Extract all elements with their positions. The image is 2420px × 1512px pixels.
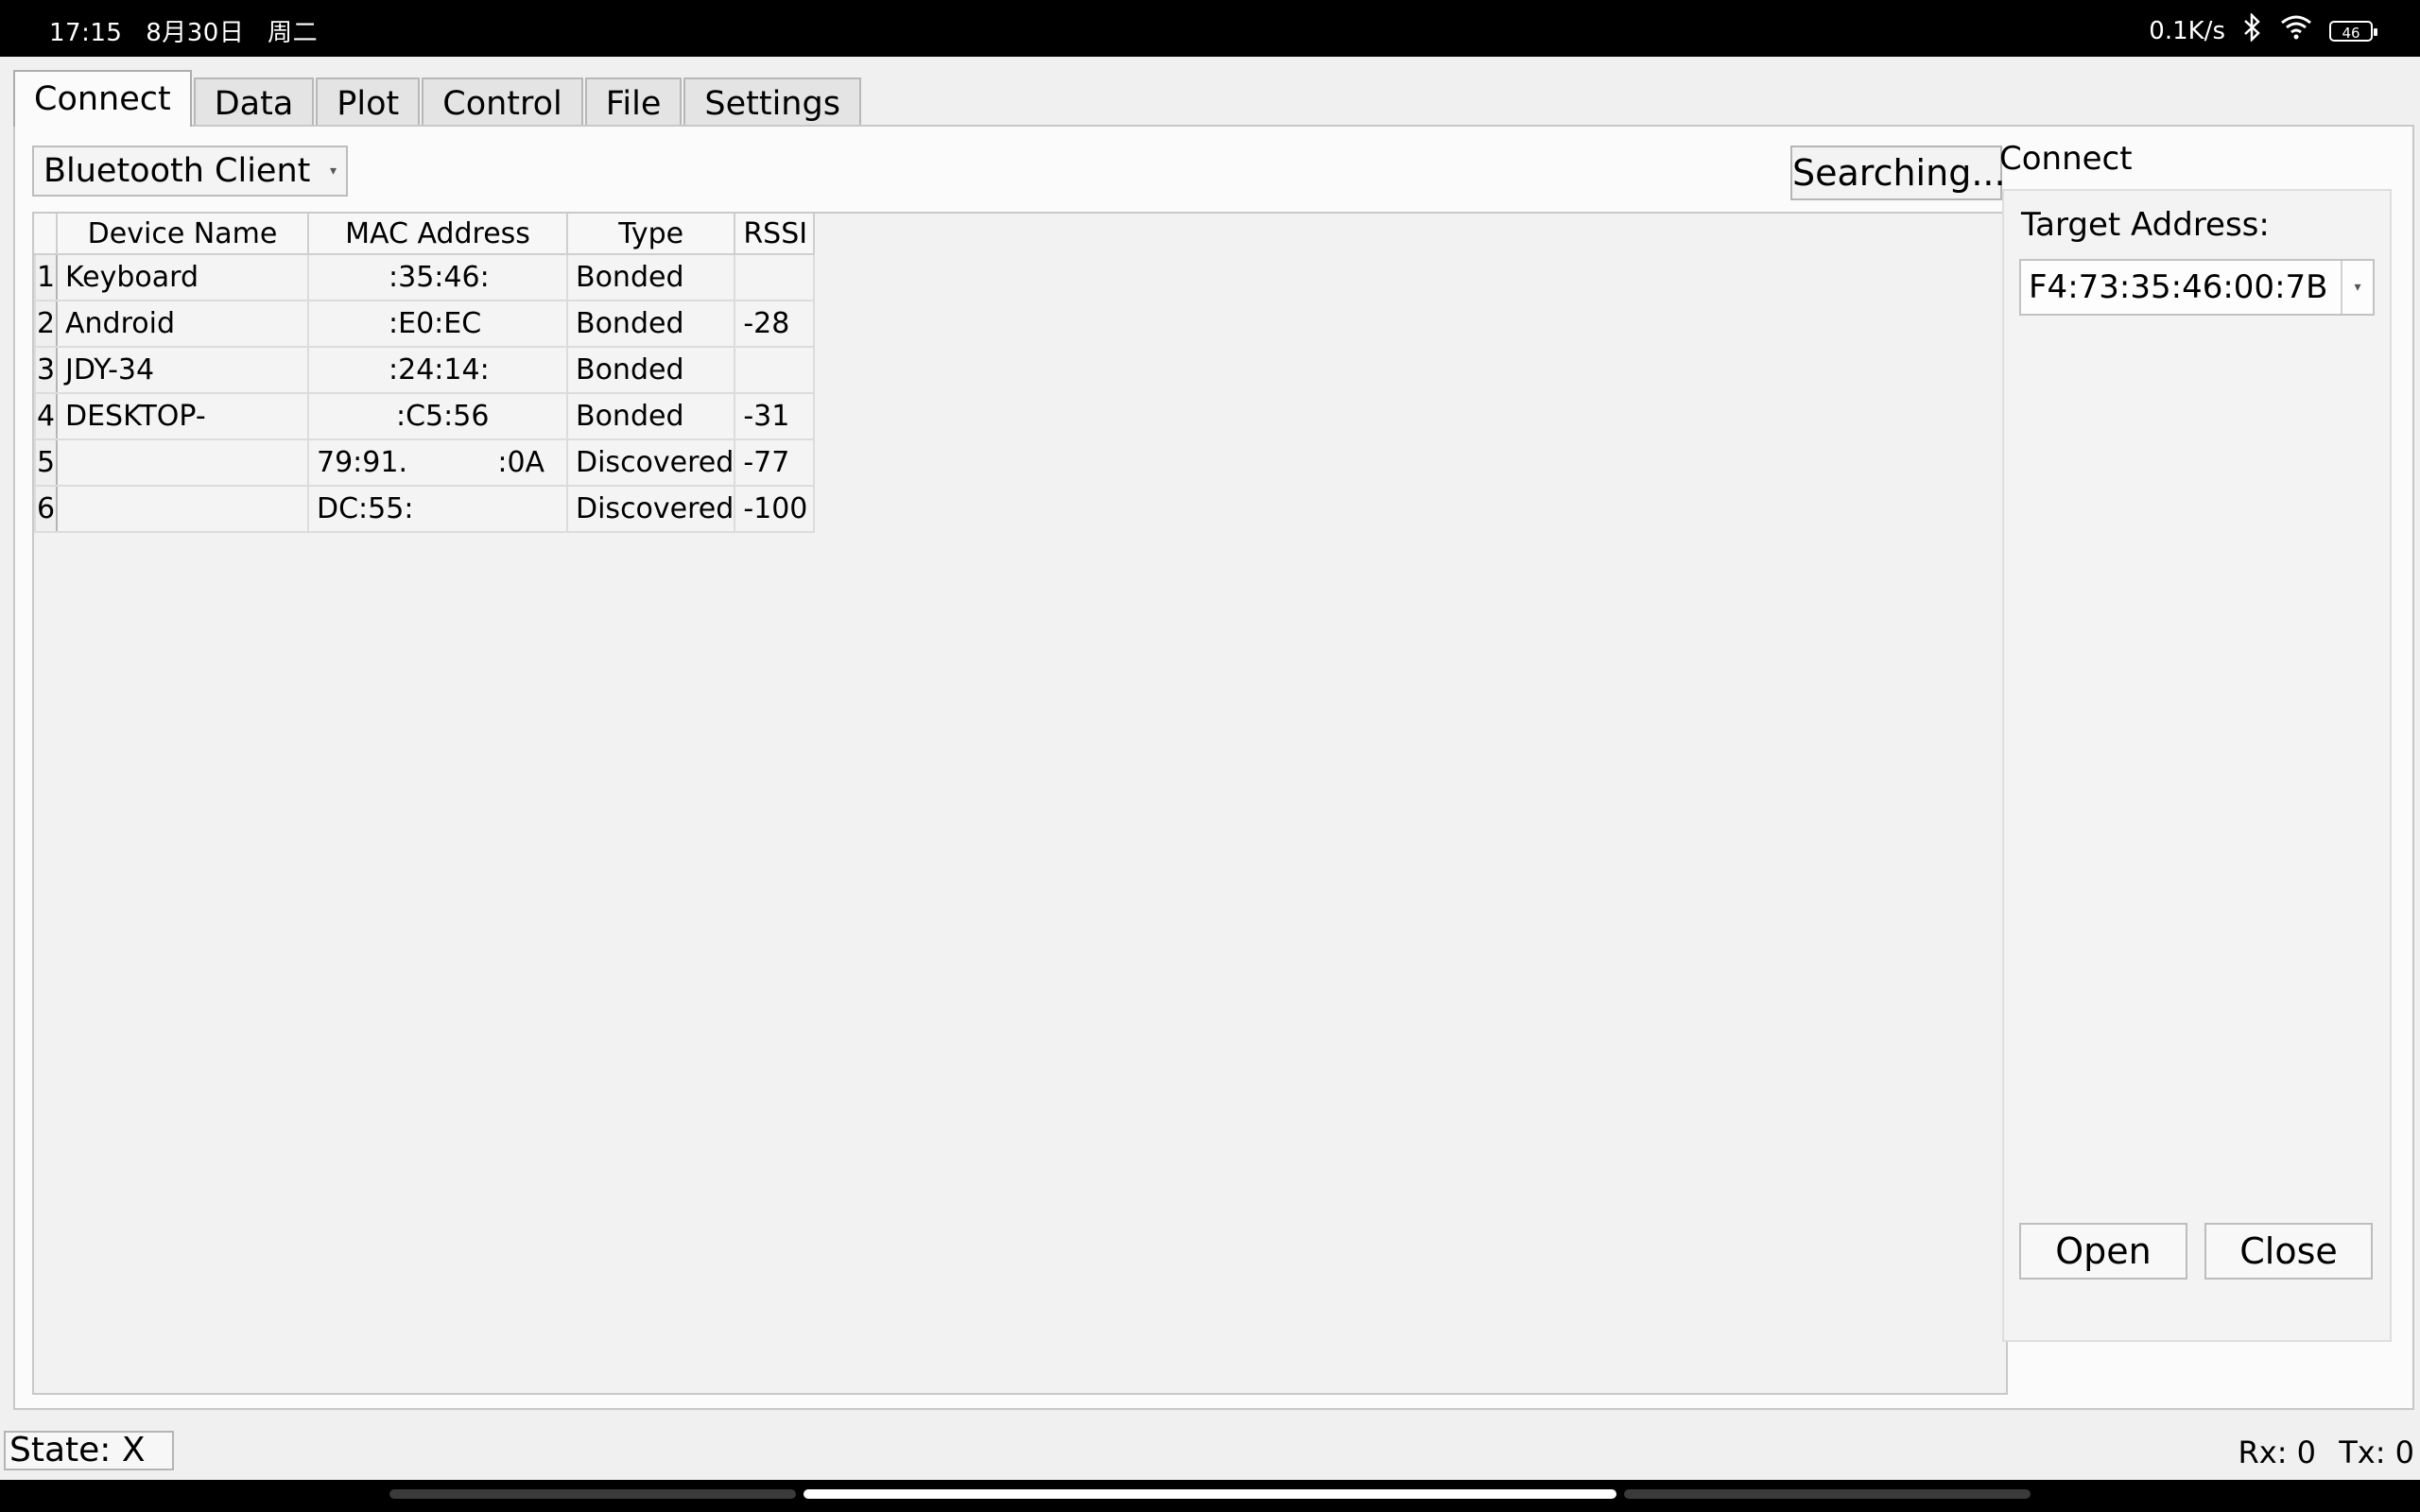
- mac-address-cell: DC:55:: [307, 485, 568, 533]
- device-name-cell: [56, 438, 309, 487]
- device-name-cell: Keyboard: [56, 253, 309, 301]
- dropdown-arrow-icon[interactable]: ▾: [2341, 261, 2373, 314]
- status-left: 17:15 8月30日 周二: [49, 13, 333, 48]
- battery-level: 46: [2342, 24, 2360, 42]
- connection-mode-value: Bluetooth Client: [43, 152, 311, 190]
- type-cell: Bonded: [565, 346, 736, 394]
- weekday: 周二: [268, 19, 319, 47]
- table-row[interactable]: 2 Android :E0:EC Bonded -28: [34, 300, 816, 348]
- type-cell: Discovered: [565, 485, 736, 533]
- nav-handle-left: [389, 1489, 796, 1499]
- status-right: 0.1K/s 46: [2149, 11, 2377, 48]
- type-cell: Bonded: [565, 392, 736, 440]
- net-speed: 0.1K/s: [2149, 16, 2225, 45]
- tx-counter: Tx: 0: [2339, 1435, 2414, 1470]
- connection-mode-select[interactable]: Bluetooth Client ▾: [32, 146, 348, 197]
- wifi-icon: [2280, 15, 2312, 46]
- app-window: Connect Data Plot Control File Settings …: [13, 70, 2418, 1412]
- system-navigation-bar: [0, 1480, 2420, 1512]
- row-index: 6: [34, 485, 58, 533]
- nav-handle-right: [1624, 1489, 2031, 1499]
- device-name-cell: [56, 485, 309, 533]
- connect-tab-panel: Bluetooth Client ▾ Searching... Device N…: [13, 125, 2414, 1410]
- row-index: 1: [34, 253, 58, 301]
- column-header-rssi[interactable]: RSSI: [734, 214, 816, 255]
- table-row[interactable]: 4 DESKTOP- :C5:56 Bonded -31: [34, 392, 816, 440]
- column-header-device-name[interactable]: Device Name: [56, 214, 309, 255]
- column-header-mac-address[interactable]: MAC Address: [307, 214, 568, 255]
- row-index: 5: [34, 438, 58, 487]
- target-address-select[interactable]: F4:73:35:46:00:7B ▾: [2019, 259, 2375, 316]
- tab-plot[interactable]: Plot: [316, 77, 421, 127]
- mac-address-cell: 79:91. :0A: [307, 438, 568, 487]
- mac-address-cell: :C5:56: [307, 392, 568, 440]
- rx-tx-counters: Rx: 0 Tx: 0: [2225, 1435, 2414, 1470]
- tab-bar: Connect Data Plot Control File Settings: [13, 70, 863, 127]
- open-button[interactable]: Open: [2019, 1223, 2187, 1280]
- table-row[interactable]: 1 Keyboard :35:46: Bonded: [34, 253, 816, 301]
- rssi-cell: -77: [734, 438, 816, 487]
- rssi-cell: -100: [734, 485, 816, 533]
- column-header-type[interactable]: Type: [565, 214, 736, 255]
- type-cell: Bonded: [565, 300, 736, 348]
- system-status-bar: 17:15 8月30日 周二 0.1K/s 46: [0, 0, 2420, 57]
- table-corner: [35, 214, 58, 255]
- tab-file[interactable]: File: [584, 77, 683, 127]
- type-cell: Bonded: [565, 253, 736, 301]
- rssi-cell: [734, 346, 816, 394]
- rssi-cell: -31: [734, 392, 816, 440]
- rx-counter: Rx: 0: [2238, 1435, 2317, 1470]
- connect-group-title: Connect: [1999, 140, 2133, 178]
- tab-connect[interactable]: Connect: [13, 70, 192, 127]
- clock: 17:15: [49, 19, 123, 47]
- table-row[interactable]: 6 DC:55: Discovered -100: [34, 485, 816, 533]
- home-gesture-handle[interactable]: [804, 1489, 1616, 1499]
- target-address-value: F4:73:35:46:00:7B: [2029, 268, 2328, 306]
- device-table: Device Name MAC Address Type RSSI 1 Keyb…: [34, 214, 816, 533]
- tab-data[interactable]: Data: [193, 77, 315, 127]
- close-button[interactable]: Close: [2204, 1223, 2373, 1280]
- target-address-label: Target Address:: [2021, 206, 2270, 244]
- device-name-cell: JDY-34: [56, 346, 309, 394]
- rssi-cell: -28: [734, 300, 816, 348]
- device-name-cell: DESKTOP-: [56, 392, 309, 440]
- mac-address-cell: :24:14:: [307, 346, 568, 394]
- rssi-cell: [734, 253, 816, 301]
- connection-state: State: X: [4, 1431, 174, 1470]
- table-header-row: Device Name MAC Address Type RSSI: [35, 214, 816, 255]
- battery-icon: 46: [2329, 20, 2377, 42]
- dropdown-arrow-icon: ▾: [329, 163, 337, 179]
- row-index: 2: [34, 300, 58, 348]
- search-button[interactable]: Searching...: [1790, 146, 2006, 200]
- device-name-cell: Android: [56, 300, 309, 348]
- mac-address-cell: :E0:EC: [307, 300, 568, 348]
- date: 8月30日: [146, 19, 245, 47]
- device-table-frame: Device Name MAC Address Type RSSI 1 Keyb…: [32, 212, 2008, 1395]
- tab-control[interactable]: Control: [422, 77, 583, 127]
- connect-group-box: Target Address: F4:73:35:46:00:7B ▾ Open…: [2002, 189, 2392, 1342]
- row-index: 4: [34, 392, 58, 440]
- table-row[interactable]: 5 79:91. :0A Discovered -77: [34, 438, 816, 487]
- mac-address-cell: :35:46:: [307, 253, 568, 301]
- table-row[interactable]: 3 JDY-34 :24:14: Bonded: [34, 346, 816, 394]
- bluetooth-icon: [2242, 11, 2263, 48]
- row-index: 3: [34, 346, 58, 394]
- tab-settings[interactable]: Settings: [683, 77, 861, 127]
- type-cell: Discovered: [565, 438, 736, 487]
